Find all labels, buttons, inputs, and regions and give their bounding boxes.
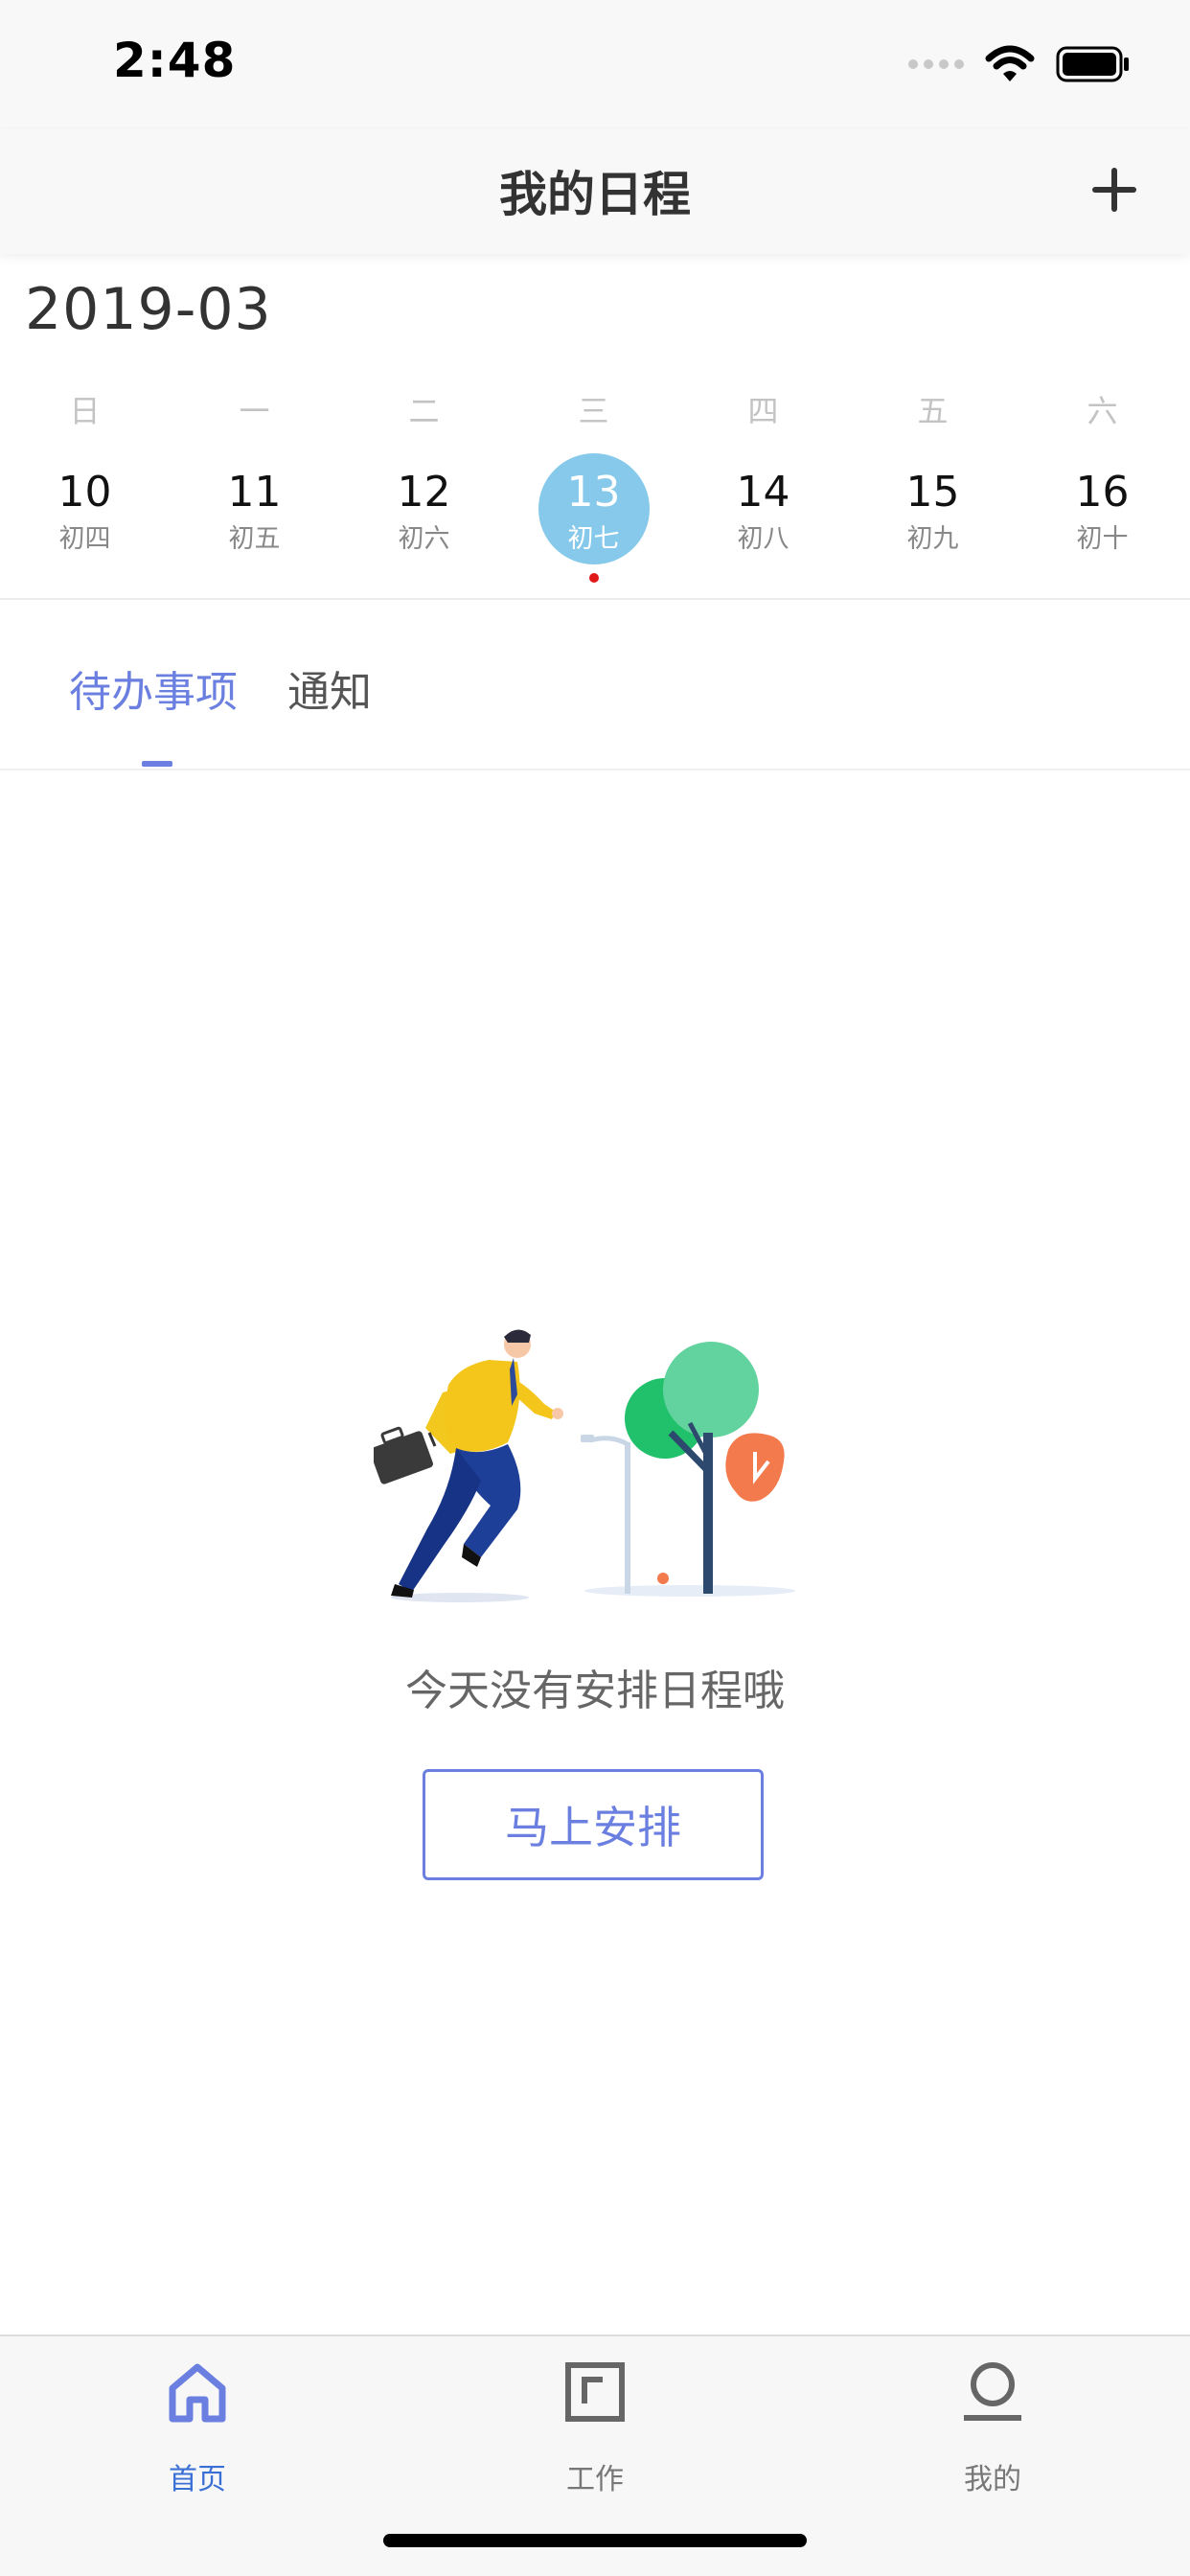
date-cell[interactable]: 16 初十 — [1018, 450, 1187, 585]
date-cell[interactable]: 15 初九 — [848, 450, 1018, 585]
event-dot — [589, 573, 599, 583]
date-number: 15 — [905, 468, 960, 517]
weekday-label: 一 — [239, 393, 270, 429]
tab-strip: 待办事项 通知 — [0, 600, 1190, 769]
date-cell[interactable]: 14 初八 — [678, 450, 848, 585]
profile-icon — [964, 2362, 1021, 2421]
status-bar: 2:48 — [0, 0, 1190, 129]
date-cell[interactable]: 10 初四 — [0, 450, 170, 585]
tabbar-item-home[interactable]: 首页 — [111, 2361, 284, 2505]
tab-notice[interactable]: 通知 — [287, 657, 372, 719]
tab-indicator — [142, 761, 172, 767]
lunar-date: 初五 — [228, 524, 281, 554]
date-number: 16 — [1075, 468, 1130, 517]
lunar-date: 初八 — [737, 524, 790, 554]
date-number: 10 — [57, 468, 112, 517]
date-cell-selected[interactable]: 13 初七 — [509, 450, 678, 585]
month-label: 2019-03 — [25, 276, 272, 343]
wifi-icon — [985, 45, 1035, 81]
divider — [0, 769, 1190, 770]
page-title: 我的日程 — [499, 167, 691, 222]
empty-message: 今天没有安排日程哦 — [405, 1667, 785, 1715]
tabbar-label: 我的 — [964, 2463, 1021, 2496]
lunar-date: 初七 — [567, 524, 620, 554]
weekday-label: 四 — [747, 393, 779, 429]
weekday-label: 三 — [578, 393, 609, 429]
weekday-label: 五 — [917, 393, 949, 429]
date-number: 14 — [736, 468, 790, 517]
home-indicator[interactable] — [383, 2534, 807, 2547]
weekday-row: 日 一 二 三 四 五 六 — [0, 387, 1190, 435]
tab-todo[interactable]: 待办事项 — [69, 657, 238, 719]
tabbar-label: 首页 — [169, 2463, 226, 2496]
weekday-label: 日 — [69, 393, 101, 429]
status-icons — [908, 42, 1131, 86]
date-row: 10 初四 11 初五 12 初六 13 初七 14 初八 15 初九 16 初… — [0, 450, 1190, 585]
weekday-label: 二 — [408, 393, 440, 429]
signal-icon — [908, 59, 964, 69]
empty-illustration — [374, 1329, 795, 1602]
nav-bar: 我的日程 — [0, 129, 1190, 254]
lunar-date: 初十 — [1076, 524, 1129, 554]
lunar-date: 初四 — [58, 524, 111, 554]
battery-icon — [1056, 46, 1129, 82]
lunar-date: 初九 — [906, 524, 959, 554]
date-number: 11 — [227, 468, 282, 517]
home-icon — [169, 2363, 226, 2423]
weekday-label: 六 — [1087, 393, 1118, 429]
tabbar-item-profile[interactable]: 我的 — [906, 2361, 1079, 2505]
date-cell[interactable]: 11 初五 — [170, 450, 339, 585]
date-number: 13 — [566, 468, 621, 517]
tabbar-label: 工作 — [566, 2463, 624, 2496]
status-time: 2:48 — [113, 33, 237, 88]
document-icon — [565, 2362, 625, 2422]
date-number: 12 — [397, 468, 451, 517]
plus-icon[interactable] — [1085, 162, 1142, 219]
lunar-date: 初六 — [398, 524, 450, 554]
date-cell[interactable]: 12 初六 — [339, 450, 509, 585]
tabbar-item-work[interactable]: 工作 — [509, 2361, 681, 2505]
schedule-now-button[interactable]: 马上安排 — [423, 1769, 764, 1880]
